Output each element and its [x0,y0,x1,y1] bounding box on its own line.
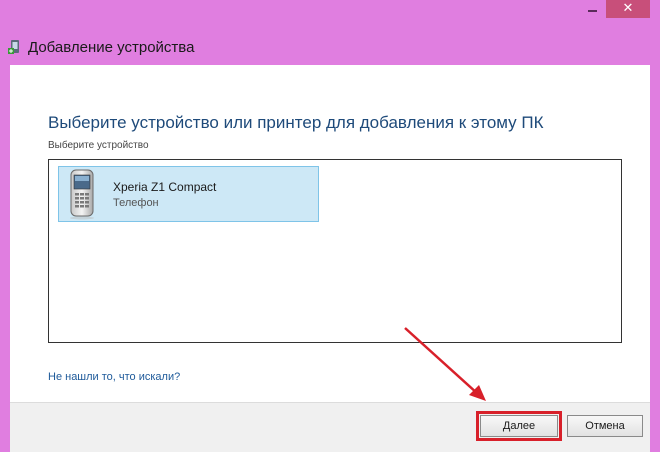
device-list-label: Выберите устройство [48,140,149,151]
page-heading: Выберите устройство или принтер для доба… [48,113,544,132]
device-item-xperia[interactable]: Xperia Z1 Compact Телефон [58,166,319,222]
button-bar: Далее Отмена [10,402,650,452]
device-add-icon [8,39,22,55]
device-type: Телефон [113,196,159,209]
title-bar: Добавление устройства [8,36,194,58]
next-button[interactable]: Далее [476,411,562,441]
not-found-link[interactable]: Не нашли то, что искали? [48,371,180,383]
window-title: Добавление устройства [28,38,195,56]
minimize-button[interactable] [578,0,606,18]
window-frame: ✕ Добавление устройства Выберите устройс… [0,0,660,452]
minimize-icon [587,10,597,12]
close-icon: ✕ [622,1,634,16]
phone-icon [63,168,103,220]
close-button[interactable]: ✕ [606,0,650,18]
device-name: Xperia Z1 Compact [113,179,217,194]
caption-buttons: ✕ [578,0,650,18]
cancel-button[interactable]: Отмена [567,415,643,437]
device-list[interactable]: Xperia Z1 Compact Телефон [48,159,622,343]
dialog-content: Выберите устройство или принтер для доба… [10,65,650,452]
